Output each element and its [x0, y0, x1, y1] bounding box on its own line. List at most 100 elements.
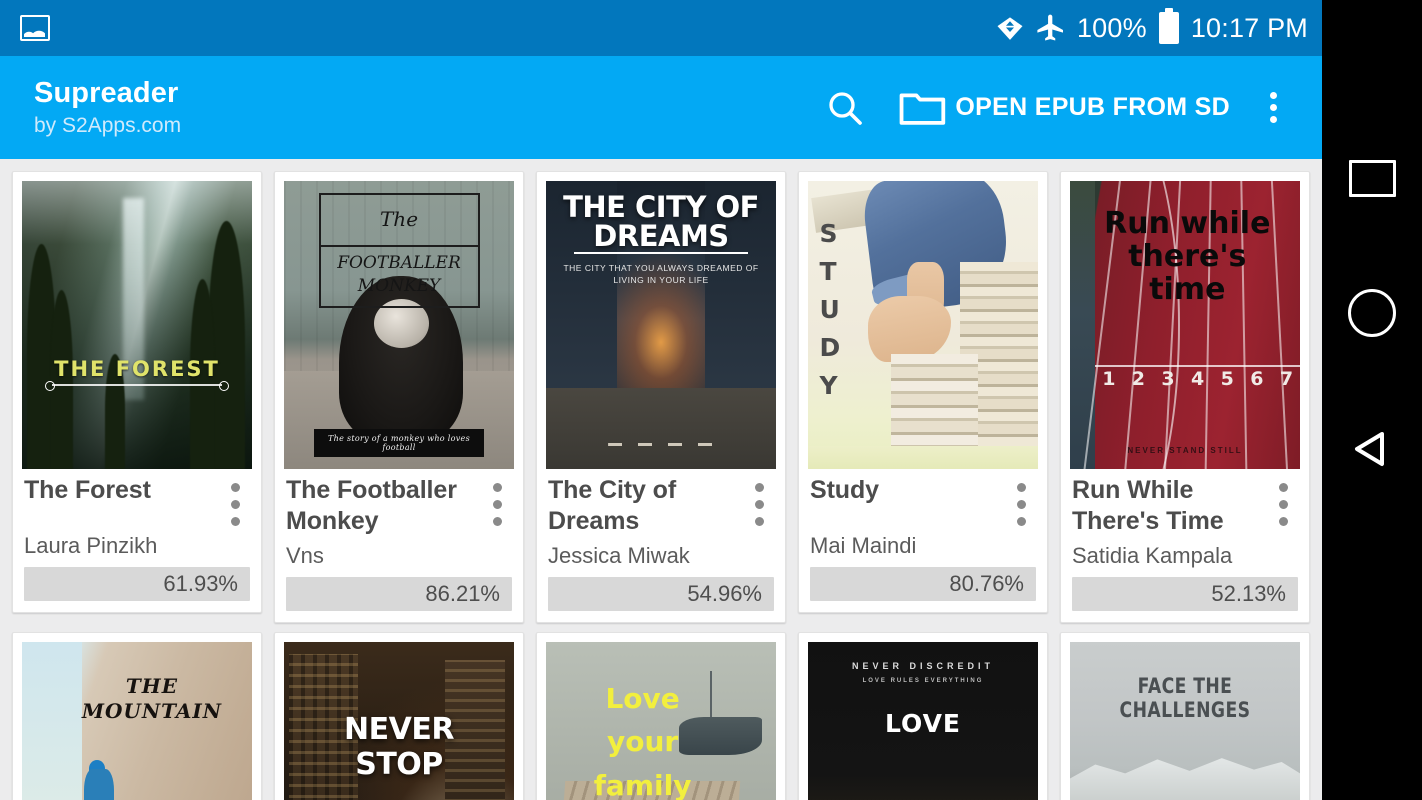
cover-lane-numbers: 1 2 3 4 5 6 7	[1102, 368, 1293, 390]
cover-tagline: The story of a monkey who loves football	[314, 429, 484, 457]
book-cover: THE CITY OFDREAMS THE CITY THAT YOU ALWA…	[546, 181, 776, 469]
reading-progress-bar: 80.76%	[810, 567, 1036, 601]
cover-art-love: NEVER DISCREDIT LOVE RULES EVERYTHING LO…	[808, 642, 1038, 800]
overflow-menu-icon	[1270, 92, 1277, 123]
cover-art-monkey: The FOOTBALLERMONKEY The story of a monk…	[284, 181, 514, 469]
lane-number: 3	[1161, 368, 1174, 390]
book-cover: THEMOUNTAIN	[22, 642, 252, 800]
book-card-study[interactable]: S T U D Y Study Mai	[798, 171, 1048, 613]
book-overflow-menu-icon[interactable]	[489, 475, 512, 526]
cover-title-text: THEMOUNTAIN	[63, 674, 240, 724]
book-cell: The FOOTBALLERMONKEY The story of a monk…	[268, 167, 530, 628]
book-author: Laura Pinzikh	[24, 533, 250, 559]
cover-title-text: NEVER STOP	[298, 712, 500, 782]
cover-title-text: THE FOREST	[22, 357, 252, 381]
book-title: The Forest	[24, 475, 227, 508]
book-meta: Study Mai Maindi 80.76%	[808, 469, 1038, 601]
open-epub-from-sd-button[interactable]: OPEN EPUB FROM SD	[887, 72, 1242, 144]
book-cover: Loveyourfamily	[546, 642, 776, 800]
book-cell: THE CITY OFDREAMS THE CITY THAT YOU ALWA…	[530, 167, 792, 628]
book-cell: THEMOUNTAIN	[6, 628, 268, 800]
book-card-the-footballer-monkey[interactable]: The FOOTBALLERMONKEY The story of a monk…	[274, 171, 524, 623]
cover-letter: S	[820, 221, 841, 246]
book-card-run-while-theres-time[interactable]: Run whilethere'stime 1 2 3 4 5 6 7 NEVER…	[1060, 171, 1310, 623]
image-notification-icon	[20, 15, 50, 41]
book-cover: NEVER DISCREDIT LOVE RULES EVERYTHING LO…	[808, 642, 1038, 800]
cover-subtitle-text: THE CITY THAT YOU ALWAYS DREAMED OF LIVI…	[562, 262, 760, 288]
book-meta: The City of Dreams Jessica Miwak 54.96%	[546, 469, 776, 611]
book-title-row: Run While There's Time	[1072, 475, 1298, 541]
book-overflow-menu-icon[interactable]	[751, 475, 774, 526]
book-author: Mai Maindi	[810, 533, 1036, 559]
book-overflow-menu-icon[interactable]	[1275, 475, 1298, 526]
cover-title-text: Loveyourfamily	[560, 677, 726, 800]
cover-letter: U	[820, 297, 841, 322]
book-overflow-menu-icon[interactable]	[227, 475, 250, 526]
status-bar-left	[20, 15, 50, 41]
book-card-love-your-family[interactable]: Loveyourfamily	[536, 632, 786, 800]
cover-art-never-stop: NEVER STOP	[284, 642, 514, 800]
recents-button[interactable]	[1322, 160, 1422, 197]
book-card-the-mountain[interactable]: THEMOUNTAIN	[12, 632, 262, 800]
cover-title-text: LOVE	[808, 709, 1038, 738]
cover-art-mountain: THEMOUNTAIN	[22, 642, 252, 800]
cover-art-study: S T U D Y	[808, 181, 1038, 469]
home-circle-icon	[1348, 289, 1396, 337]
cover-rule	[52, 384, 222, 386]
search-button[interactable]	[803, 72, 887, 144]
book-title: The City of Dreams	[548, 475, 751, 541]
overflow-menu-button[interactable]	[1242, 72, 1304, 144]
book-cell: NEVER STOP	[268, 628, 530, 800]
open-epub-label: OPEN EPUB FROM SD	[955, 93, 1230, 122]
book-title-row: Study	[810, 475, 1036, 526]
lane-number: 1	[1102, 368, 1115, 390]
lane-number: 5	[1221, 368, 1234, 390]
book-cell: S T U D Y Study Mai	[792, 167, 1054, 628]
book-cover: Run whilethere'stime 1 2 3 4 5 6 7 NEVER…	[1070, 181, 1300, 469]
book-card-face-the-challenges[interactable]: FACE THE CHALLENGES	[1060, 632, 1310, 800]
cover-frame: The FOOTBALLERMONKEY	[319, 193, 480, 308]
book-card-love[interactable]: NEVER DISCREDIT LOVE RULES EVERYTHING LO…	[798, 632, 1048, 800]
book-title-row: The Footballer Monkey	[286, 475, 512, 541]
lane-number: 7	[1280, 368, 1293, 390]
book-author: Vns	[286, 543, 512, 569]
book-card-the-forest[interactable]: THE FOREST The Forest Laura Pinzikh 61.9…	[12, 171, 262, 613]
app-bar: Supreader by S2Apps.com OPEN EPUB FROM S…	[0, 56, 1322, 159]
reading-progress-bar: 61.93%	[24, 567, 250, 601]
cover-title-text: THE CITY OFDREAMS	[555, 193, 767, 251]
lane-number: 6	[1250, 368, 1263, 390]
lane-number: 4	[1191, 368, 1204, 390]
phone-viewport: 100% 10:17 PM Supreader by S2Apps.com	[0, 0, 1322, 800]
cover-title-text: Run whilethere'stime	[1084, 207, 1291, 306]
reading-progress-label: 54.96%	[687, 581, 762, 607]
book-grid: THE FOREST The Forest Laura Pinzikh 61.9…	[0, 159, 1322, 800]
battery-percent-label: 100%	[1077, 13, 1147, 44]
reading-progress-label: 61.93%	[163, 571, 238, 597]
book-cell: Loveyourfamily	[530, 628, 792, 800]
cover-art-love-your-family: Loveyourfamily	[546, 642, 776, 800]
book-cell: THE FOREST The Forest Laura Pinzikh 61.9…	[6, 167, 268, 628]
cover-art-face-the-challenges: FACE THE CHALLENGES	[1070, 642, 1300, 800]
clock-label: 10:17 PM	[1191, 13, 1308, 44]
book-cover: FACE THE CHALLENGES	[1070, 642, 1300, 800]
book-cover: The FOOTBALLERMONKEY The story of a monk…	[284, 181, 514, 469]
reading-progress-label: 86.21%	[425, 581, 500, 607]
app-title-block: Supreader by S2Apps.com	[34, 77, 181, 138]
book-cover: THE FOREST	[22, 181, 252, 469]
cover-footer-text: NEVER STAND STILL	[1070, 446, 1300, 455]
airplane-mode-icon	[1035, 12, 1067, 44]
book-card-the-city-of-dreams[interactable]: THE CITY OFDREAMS THE CITY THAT YOU ALWA…	[536, 171, 786, 623]
search-icon	[825, 88, 865, 128]
book-card-never-stop[interactable]: NEVER STOP	[274, 632, 524, 800]
back-button[interactable]	[1322, 425, 1422, 473]
cover-top-subline: LOVE RULES EVERYTHING	[808, 675, 1038, 687]
app-title: Supreader	[34, 77, 181, 109]
reading-progress-label: 80.76%	[949, 571, 1024, 597]
cover-the-text: The	[321, 207, 478, 231]
book-overflow-menu-icon[interactable]	[1013, 475, 1036, 526]
home-button[interactable]	[1322, 289, 1422, 337]
battery-full-icon	[1159, 12, 1179, 44]
book-cover: S T U D Y	[808, 181, 1038, 469]
book-cell: FACE THE CHALLENGES	[1054, 628, 1316, 800]
book-cell: NEVER DISCREDIT LOVE RULES EVERYTHING LO…	[792, 628, 1054, 800]
